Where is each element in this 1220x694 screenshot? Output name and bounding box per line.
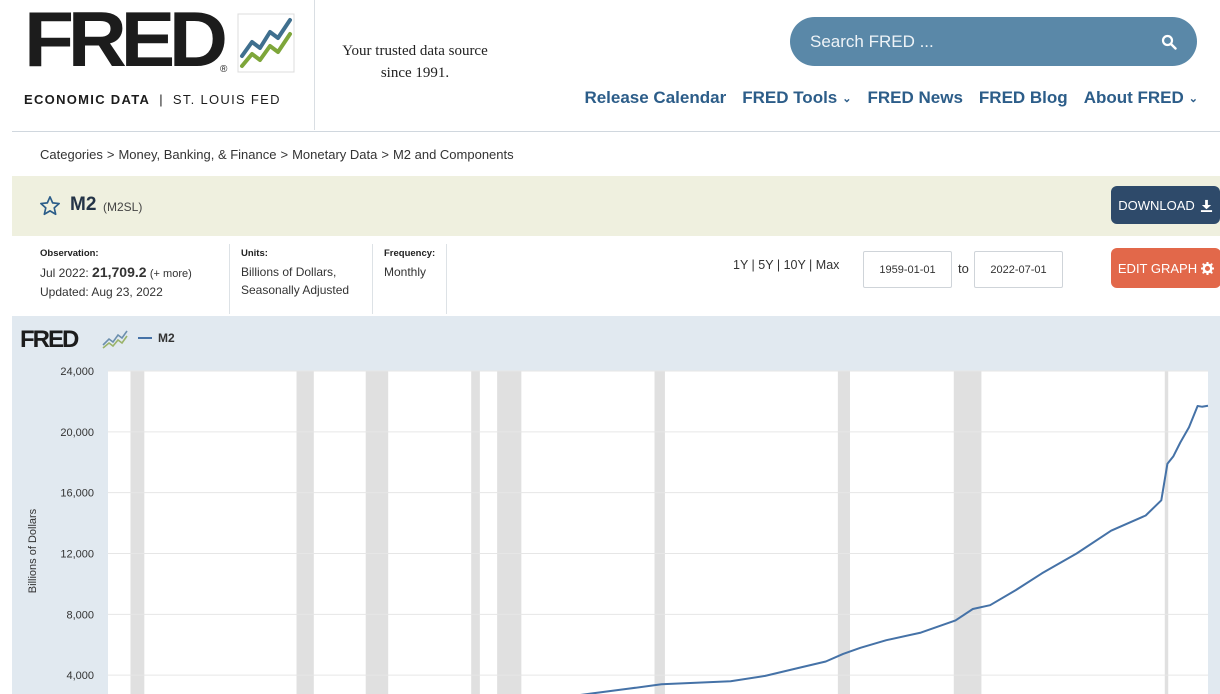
star-icon[interactable] [39,195,61,217]
meta-divider [446,244,447,314]
series-title-band: M2 (M2SL) DOWNLOAD [12,176,1220,236]
y-tick-label: 8,000 [66,609,94,621]
search-icon[interactable] [1161,34,1177,50]
recession-band [953,371,982,694]
nav-label: FRED Tools [742,88,838,107]
recession-band [471,371,480,694]
search-placeholder: Search FRED ... [810,31,934,51]
frequency-label: Frequency: [384,248,436,259]
recession-band [1164,371,1169,694]
chevron-down-icon: ⌄ [842,92,852,105]
observation-more-link[interactable]: (+ more) [150,268,192,280]
recession-band [654,371,665,694]
nav-release-calendar[interactable]: Release Calendar [584,88,726,108]
units-cell: Units: Billions of Dollars, Seasonally A… [241,248,349,299]
tagline-separator: | [159,92,164,107]
observation-label: Observation: [40,248,99,259]
y-tick-label: 12,000 [60,549,94,561]
range-links: 1Y | 5Y | 10Y | Max [733,258,840,272]
units-label: Units: [241,248,268,259]
breadcrumb-m2-components[interactable]: M2 and Components [393,147,514,162]
nav-label: About FRED [1083,88,1184,107]
y-tick-label: 4,000 [66,670,94,682]
header-rule [12,131,1220,132]
tagline-bold: ECONOMIC DATA [24,92,151,107]
range-1y[interactable]: 1Y [733,258,748,272]
nav-about-fred[interactable]: About FRED ⌄ [1084,88,1198,108]
meta-divider [372,244,373,314]
breadcrumb-money-banking[interactable]: Money, Banking, & Finance [118,147,276,162]
slogan-line-2: since 1991. [380,65,450,81]
graph-panel: FRED M2 4,000 8,000 12,000 16,000 20,000 24,0… [12,316,1220,694]
y-tick-label: 24,000 [60,366,94,378]
fred-logo[interactable]: FRED ® ECONOMIC DATA | ST. LOUIS FED [24,0,314,130]
breadcrumb-separator: > [280,147,289,162]
gear-icon [1201,261,1215,275]
logo-wordmark: FRED [24,0,228,83]
updated-date: Updated: Aug 23, 2022 [40,285,163,299]
series-id: (M2SL) [103,200,143,214]
logo-chart-icon [237,13,295,73]
nav-label: FRED News [867,88,963,107]
header-divider [314,0,315,130]
nav-fred-news[interactable]: FRED News [867,88,962,108]
breadcrumb: Categories > Money, Banking, & Finance > Mon… [40,147,514,162]
observation-date: Jul 2022: [40,266,89,280]
slogan-line-1: Your trusted data source [342,43,488,59]
breadcrumb-separator: > [381,147,389,162]
chevron-down-icon: ⌄ [1188,92,1198,105]
chart-svg[interactable]: 4,000 8,000 12,000 16,000 20,000 24,000 Billio… [12,316,1220,694]
breadcrumb-categories[interactable]: Categories [40,147,103,162]
meta-divider [229,244,230,314]
breadcrumb-monetary-data[interactable]: Monetary Data [292,147,377,162]
observation-line: Jul 2022: 21,709.2 (+ more) [40,263,192,283]
frequency-value: Monthly [384,265,427,279]
slogan: Your trusted data source since 1991. [322,40,508,84]
download-button[interactable]: DOWNLOAD [1111,186,1220,224]
recession-band [130,371,145,694]
nav-label: Release Calendar [584,88,727,107]
observation-value: 21,709.2 [92,264,147,280]
range-5y[interactable]: 5Y [758,258,773,272]
date-to-label: to [958,261,969,276]
observation-cell: Observation: Jul 2022: 21,709.2 (+ more)… [40,248,192,301]
start-date-input[interactable]: 1959-01-01 [863,251,952,288]
range-10y[interactable]: 10Y [784,258,806,272]
units-value-2: Seasonally Adjusted [241,283,350,297]
edit-graph-button[interactable]: EDIT GRAPH [1111,248,1220,288]
series-title: M2 [70,194,97,215]
units-value-1: Billions of Dollars, [241,265,337,279]
top-nav: Release Calendar FRED Tools ⌄ FRED News F… [584,88,1198,108]
download-icon [1200,199,1212,212]
range-max[interactable]: Max [816,258,840,272]
edit-graph-label: EDIT GRAPH [1117,260,1198,276]
nav-fred-blog[interactable]: FRED Blog [979,88,1068,108]
recession-band [365,371,389,694]
y-tick-label: 20,000 [60,427,94,439]
nav-fred-tools[interactable]: FRED Tools ⌄ [742,88,851,108]
search-input[interactable]: Search FRED ... [790,17,1197,66]
recession-band [296,371,314,694]
y-tick-label: 16,000 [60,488,94,500]
tagline-org: ST. LOUIS FED [172,92,281,107]
logo-tagline: ECONOMIC DATA | ST. LOUIS FED [24,92,281,107]
frequency-cell: Frequency: Monthly [384,248,435,281]
recession-band [837,371,850,694]
nav-label: FRED Blog [978,88,1068,107]
y-axis-label: Billions of Dollars [27,508,39,593]
end-date-input[interactable]: 2022-07-01 [974,251,1063,288]
breadcrumb-separator: > [106,147,115,162]
recession-band [497,371,522,694]
registered-mark: ® [220,64,228,75]
download-label: DOWNLOAD [1118,197,1195,213]
